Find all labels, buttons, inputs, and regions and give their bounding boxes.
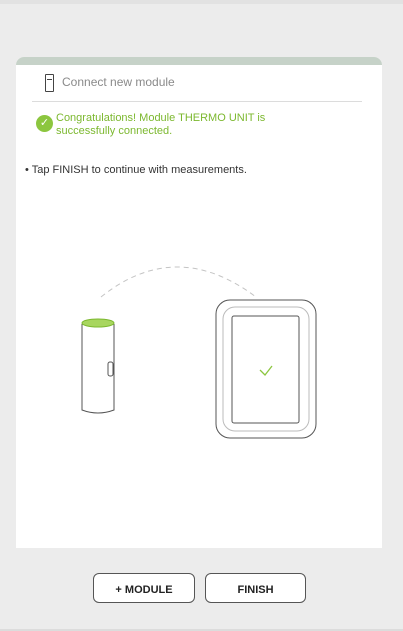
page-title: Connect new module (62, 75, 175, 89)
module-icon (45, 74, 54, 92)
add-module-button[interactable]: + MODULE (93, 573, 195, 603)
header-divider (32, 101, 362, 102)
thermo-module-icon (81, 318, 115, 414)
instruction-text: • Tap FINISH to continue with measuremen… (25, 164, 247, 176)
connect-module-card: Connect new module ✓ Congratulations! Mo… (16, 57, 382, 548)
finish-button[interactable]: FINISH (205, 573, 306, 603)
card-header: Connect new module (16, 65, 382, 101)
base-station-icon (215, 299, 317, 439)
success-text: Congratulations! Module THERMO UNIT is s… (56, 112, 266, 137)
connection-arc (100, 266, 257, 298)
connection-illustration (81, 266, 317, 439)
top-strip (0, 0, 403, 4)
check-circle-icon: ✓ (36, 115, 53, 132)
card-topbar (16, 57, 382, 65)
